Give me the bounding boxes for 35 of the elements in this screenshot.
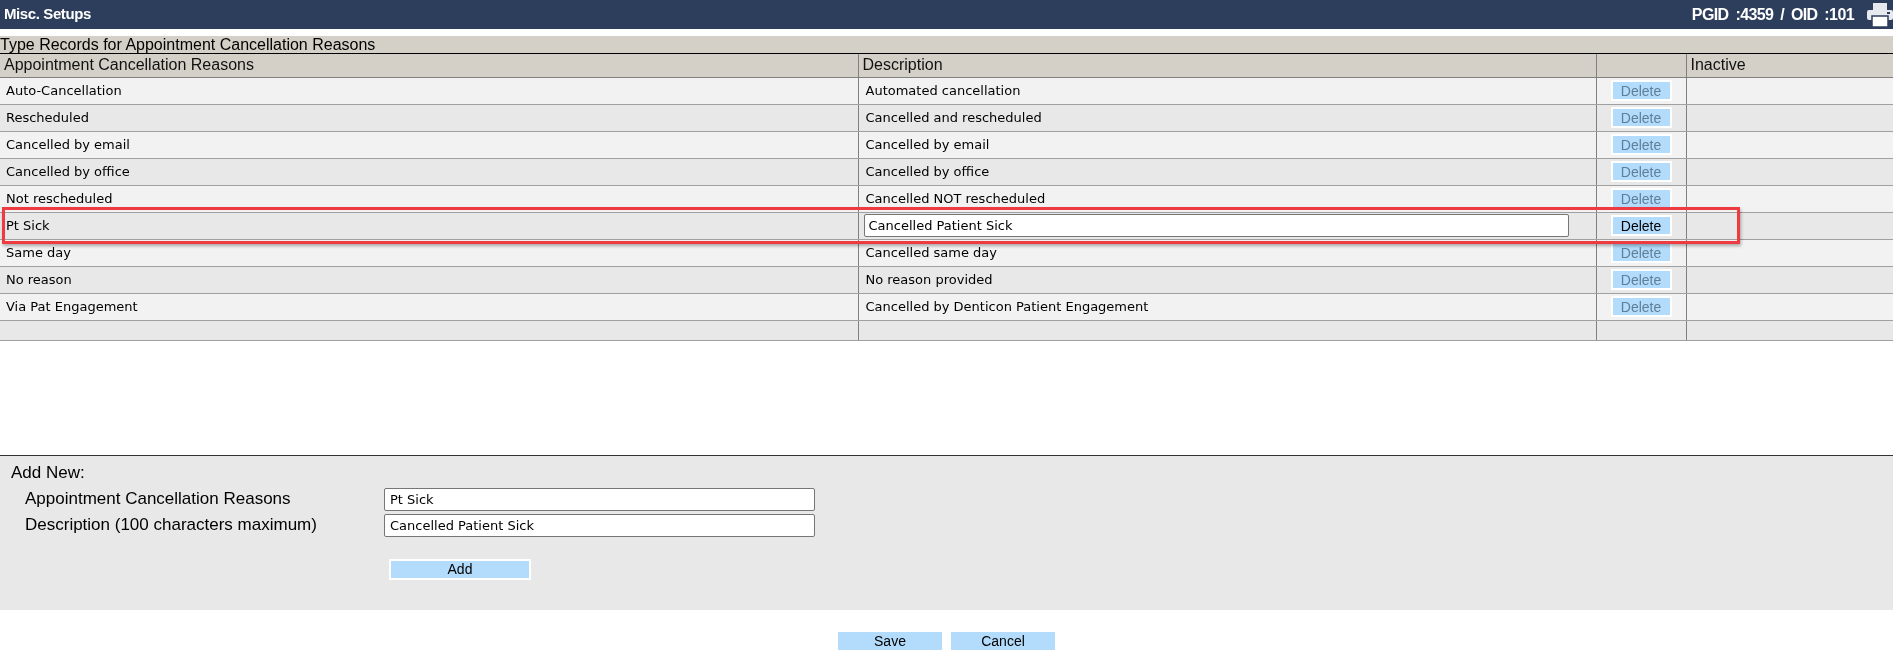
field-label: Appointment Cancellation Reasons bbox=[25, 488, 292, 511]
table-cell-text: Same day bbox=[6, 243, 71, 262]
table-cell-text: Cancelled by email bbox=[6, 135, 130, 154]
cancel-button[interactable]: Cancel bbox=[951, 631, 1055, 650]
table-cell-text: Not rescheduled bbox=[6, 189, 113, 208]
field-label: Description (100 characters maximum) bbox=[25, 514, 318, 537]
section-title: Type Records for Appointment Cancellation Reasons bbox=[0, 36, 1893, 54]
table-cell-text: Cancelled by office bbox=[865, 162, 990, 181]
table-cell-text: No reason provided bbox=[865, 270, 993, 289]
table-cell-text: Cancelled by office bbox=[6, 162, 130, 181]
column-header: Appointment Cancellation Reasons bbox=[0, 54, 858, 77]
table-cell-text: Rescheduled bbox=[6, 108, 89, 127]
description-input[interactable]: Cancelled Patient Sick bbox=[863, 214, 1569, 237]
table-cell-text: Cancelled by Denticon Patient Engagement bbox=[865, 297, 1149, 316]
table-cell-text: Auto-Cancellation bbox=[6, 81, 122, 100]
table-cell-text: Pt Sick bbox=[6, 216, 50, 235]
table-cell-text: Via Pat Engagement bbox=[6, 297, 138, 316]
save-button[interactable]: Save bbox=[838, 631, 942, 650]
add-button[interactable]: Add bbox=[389, 558, 531, 580]
table-cell-text: Cancelled same day bbox=[865, 243, 997, 262]
record-ids: PGID :4359 / OID :101 bbox=[1691, 4, 1854, 25]
column-header: Inactive bbox=[1686, 54, 1893, 77]
page-title: Misc. Setups bbox=[4, 4, 91, 25]
table-row[interactable]: Pt Sick Cancelled Patient Sick Delete bbox=[0, 212, 1893, 239]
table-cell-text: Cancelled by email bbox=[865, 135, 990, 154]
input-field[interactable]: Pt Sick bbox=[384, 487, 815, 511]
table-cell-text: Automated cancellation bbox=[865, 81, 1021, 100]
table-cell-text: Cancelled and rescheduled bbox=[865, 108, 1042, 127]
input-field[interactable]: Cancelled Patient Sick bbox=[384, 513, 815, 537]
column-header: Description bbox=[858, 54, 1596, 77]
table-cell-text: Cancelled NOT rescheduled bbox=[865, 189, 1046, 208]
table-cell-text: No reason bbox=[6, 270, 72, 289]
delete-button[interactable]: Delete bbox=[1610, 215, 1672, 236]
printer-icon[interactable] bbox=[1867, 2, 1893, 27]
panel-title: Add New: bbox=[11, 462, 85, 483]
